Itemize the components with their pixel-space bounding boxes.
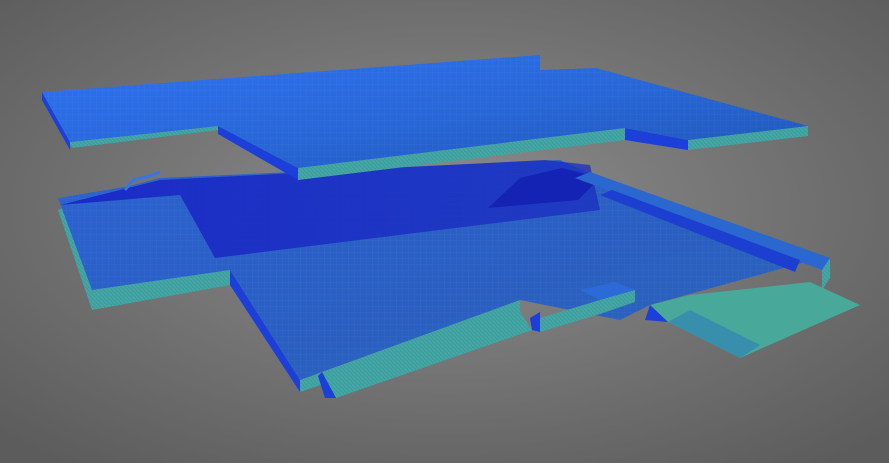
floor-slabs-render: [0, 0, 889, 463]
3d-viewport[interactable]: [0, 0, 889, 463]
